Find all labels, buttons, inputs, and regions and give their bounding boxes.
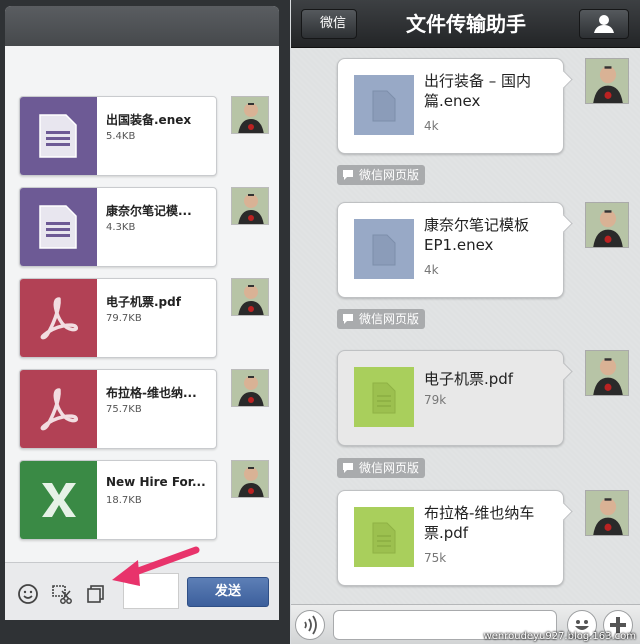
user-photo-icon [586,59,628,103]
document-file-icon [354,219,414,279]
file-card[interactable]: 布拉格-维也纳... 75.7KB [19,369,217,449]
chat-bubble-icon [343,170,353,180]
watermark: wenroudeyu927.blog.163.com [483,631,636,642]
file-size: 75k [424,551,447,565]
user-photo-icon [232,279,268,315]
pdf-file-icon [354,367,414,427]
file-card[interactable]: 电子机票.pdf 79k [337,350,564,446]
file-size: 4k [424,119,439,133]
user-photo-icon [232,370,268,406]
avatar[interactable] [231,369,269,407]
file-name: 出国装备.enex [106,113,192,127]
file-message[interactable]: 康奈尔笔记模... 4.3KB [19,187,275,267]
avatar[interactable] [231,460,269,498]
file-name: 电子机票.pdf [424,370,514,388]
web-wechat-tag: 微信网页版 [337,165,426,185]
avatar[interactable] [585,202,629,248]
chat-bubble-icon [343,314,353,324]
file-type-thumbnail [20,188,97,266]
chat-bubble-icon [343,463,353,473]
file-card[interactable]: 电子机票.pdf 79.7KB [19,278,217,358]
document-icon [39,114,77,158]
avatar[interactable] [231,187,269,225]
file-type-thumbnail [20,461,97,539]
user-photo-icon [586,351,628,395]
file-name: 出行装备 – 国内 篇.enex [424,72,532,110]
file-message[interactable]: New Hire For... 18.7KB [19,460,275,540]
file-name: 布拉格-维也纳车 票.pdf [424,504,535,542]
avatar[interactable] [585,58,629,104]
navigation-bar: 微信 文件传输助手 [291,0,640,48]
file-type-thumbnail [20,279,97,357]
document-icon [39,205,77,249]
mobile-wechat-screen: 微信 文件传输助手 出行装备 – 国内 篇.enex 4k 微信网页版 康奈尔笔… [291,0,640,644]
file-message[interactable]: 出国装备.enex 5.4KB [19,96,275,176]
file-name: 电子机票.pdf [106,295,181,309]
excel-icon [42,483,76,517]
file-card[interactable]: 康奈尔笔记模... 4.3KB [19,187,217,267]
file-card[interactable]: New Hire For... 18.7KB [19,460,217,540]
file-size: 79k [424,393,447,407]
web-wechat-tag: 微信网页版 [337,458,426,478]
page-title: 文件传输助手 [406,12,526,36]
file-card[interactable]: 出行装备 – 国内 篇.enex 4k [337,58,564,154]
avatar[interactable] [585,490,629,536]
annotation-arrow-icon [112,546,200,586]
avatar[interactable] [231,278,269,316]
avatar[interactable] [585,350,629,396]
file-message[interactable]: 布拉格-维也纳... 75.7KB [19,369,275,449]
file-card[interactable]: 康奈尔笔记模板 EP1.enex 4k [337,202,564,298]
pdf-file-icon [354,507,414,567]
profile-button[interactable] [579,9,629,39]
file-type-thumbnail [20,97,97,175]
desktop-wechat-window: 出国装备.enex 5.4KB 康奈尔笔记模... 4.3KB 电子机票.pdf… [0,0,290,644]
user-photo-icon [232,97,268,133]
file-size: 5.4KB [106,131,136,142]
person-icon [594,15,614,33]
file-name: 康奈尔笔记模... [106,204,192,218]
file-type-thumbnail [20,370,97,448]
file-size: 18.7KB [106,495,142,506]
file-name: New Hire For... [106,475,206,489]
back-button[interactable]: 微信 [301,9,357,39]
user-photo-icon [586,203,628,247]
user-photo-icon [232,188,268,224]
voice-toggle-button[interactable] [295,610,325,640]
file-size: 4k [424,263,439,277]
pdf-acrobat-icon [40,388,78,431]
file-message[interactable]: 电子机票.pdf 79.7KB [19,278,275,358]
file-size: 4.3KB [106,222,136,233]
avatar[interactable] [231,96,269,134]
file-name: 布拉格-维也纳... [106,386,197,400]
file-name: 康奈尔笔记模板 EP1.enex [424,216,530,254]
user-photo-icon [586,491,628,535]
pdf-acrobat-icon [40,297,78,340]
web-wechat-tag: 微信网页版 [337,309,426,329]
file-card[interactable]: 出国装备.enex 5.4KB [19,96,217,176]
voice-icon [304,615,317,635]
user-photo-icon [232,461,268,497]
window-titlebar[interactable] [5,6,279,46]
chat-panel: 出国装备.enex 5.4KB 康奈尔笔记模... 4.3KB 电子机票.pdf… [5,6,279,620]
file-card[interactable]: 布拉格-维也纳车 票.pdf 75k [337,490,564,586]
screenshot-scissors-icon[interactable] [51,583,73,605]
document-file-icon [354,75,414,135]
file-size: 79.7KB [106,313,142,324]
file-size: 75.7KB [106,404,142,415]
smiley-icon[interactable] [17,583,39,605]
